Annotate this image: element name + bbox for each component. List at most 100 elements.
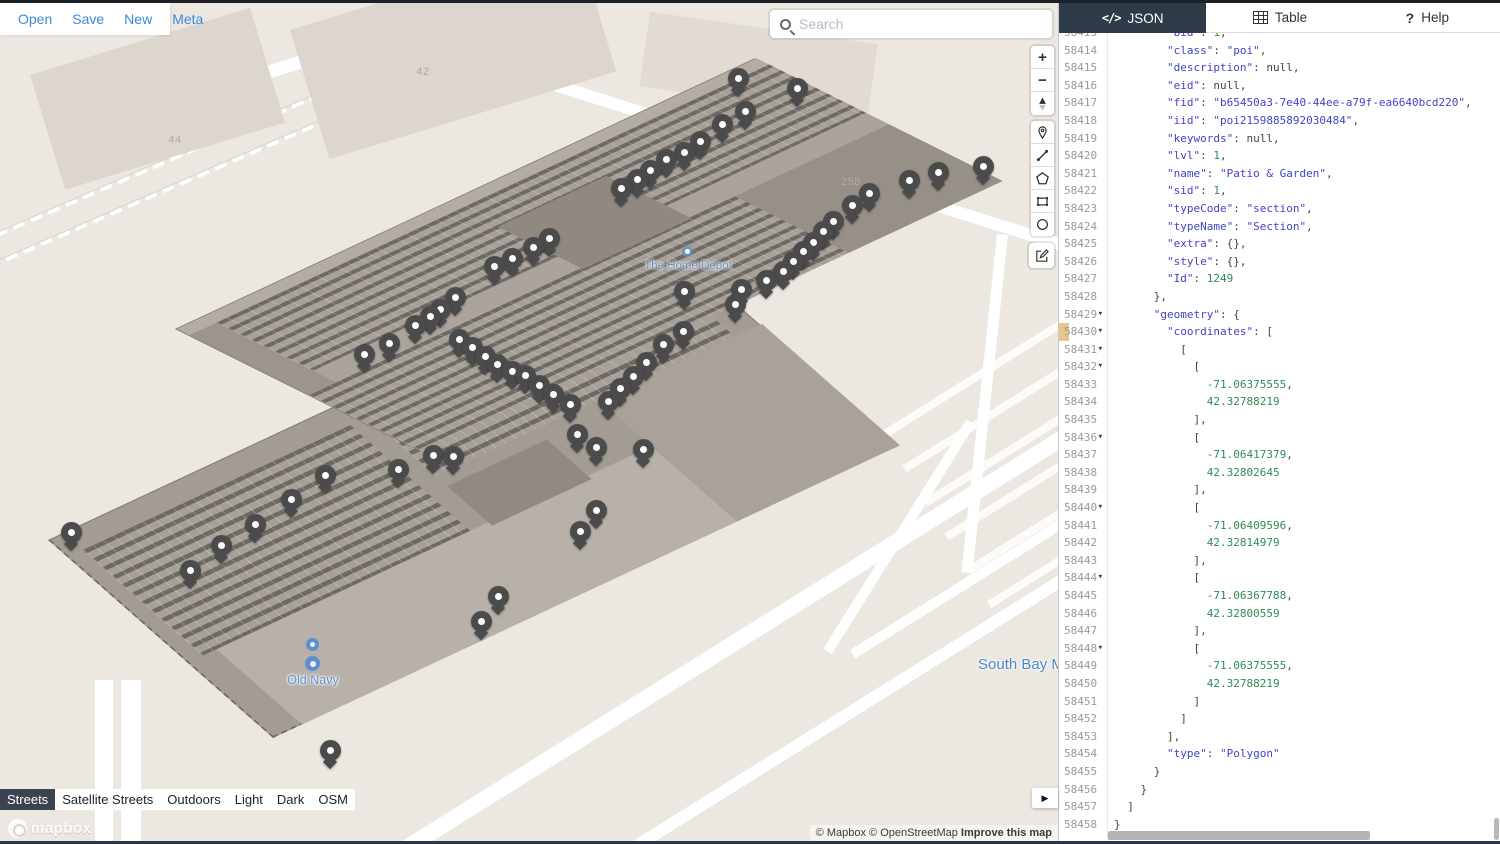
draw-circle-button[interactable] — [1031, 213, 1054, 236]
map-pin[interactable] — [673, 142, 695, 171]
style-option-satellite-streets[interactable]: Satellite Streets — [55, 789, 160, 810]
map-pin[interactable] — [972, 156, 994, 185]
map-pin[interactable] — [319, 740, 341, 769]
json-line[interactable]: 58449 -71.06375555, — [1059, 657, 1500, 675]
json-line[interactable]: 58437 -71.06417379, — [1059, 446, 1500, 464]
json-line[interactable]: 58435 ], — [1059, 411, 1500, 429]
map-pin[interactable] — [353, 344, 375, 373]
fold-arrow-icon[interactable]: ▾ — [1098, 341, 1103, 359]
map-pin[interactable] — [483, 256, 505, 285]
map-pin[interactable] — [755, 270, 777, 299]
map-pin[interactable] — [314, 465, 336, 494]
json-line[interactable]: 58452 ] — [1059, 710, 1500, 728]
json-line[interactable]: 58457 ] — [1059, 798, 1500, 816]
map-pin[interactable] — [244, 514, 266, 543]
style-option-dark[interactable]: Dark — [270, 789, 311, 810]
map-pin[interactable] — [470, 611, 492, 640]
fold-arrow-icon[interactable]: ▾ — [1098, 306, 1103, 324]
attrib-osm[interactable]: © OpenStreetMap — [869, 827, 958, 839]
tab-json[interactable]: </> JSON — [1059, 3, 1207, 33]
json-line[interactable]: 58420 "lvl": 1, — [1059, 147, 1500, 165]
menu-item-new[interactable]: New — [114, 11, 162, 27]
map-pin[interactable] — [711, 114, 733, 143]
map-pin[interactable] — [724, 294, 746, 323]
mapbox-logo[interactable]: mapbox — [8, 819, 92, 838]
json-line[interactable]: 58416 "eid": null, — [1059, 77, 1500, 95]
json-line[interactable]: 58450 42.32788219 — [1059, 675, 1500, 693]
json-line[interactable]: 58439 ], — [1059, 481, 1500, 499]
fold-arrow-icon[interactable]: ▾ — [1098, 323, 1103, 341]
horizontal-scrollbar[interactable] — [1108, 831, 1370, 840]
json-line[interactable]: 58417 "fid": "b65450a3-7e40-44ee-a79f-ea… — [1059, 94, 1500, 112]
draw-line-button[interactable] — [1031, 144, 1054, 167]
fold-arrow-icon[interactable]: ▾ — [1098, 569, 1103, 587]
json-line[interactable]: 58427 "Id": 1249 — [1059, 270, 1500, 288]
json-line[interactable]: 58431 ▾ [ — [1059, 341, 1500, 359]
map-pin[interactable] — [673, 281, 695, 310]
map-pin[interactable] — [60, 522, 82, 551]
map-pin[interactable] — [280, 489, 302, 518]
json-line[interactable]: 58422 "sid": 1, — [1059, 182, 1500, 200]
map-pin[interactable] — [404, 315, 426, 344]
json-line[interactable]: 58441 -71.06409596, — [1059, 517, 1500, 535]
shop-icon[interactable] — [306, 638, 319, 651]
json-line[interactable]: 58426 "style": {}, — [1059, 253, 1500, 271]
style-option-osm[interactable]: OSM — [311, 789, 355, 810]
json-line[interactable]: 58454 "type": "Polygon" — [1059, 745, 1500, 763]
map-pin[interactable] — [585, 437, 607, 466]
style-option-light[interactable]: Light — [228, 789, 270, 810]
json-line[interactable]: 58445 -71.06367788, — [1059, 587, 1500, 605]
fold-arrow-icon[interactable]: ▾ — [1098, 429, 1103, 447]
map-pin[interactable] — [566, 424, 588, 453]
json-line[interactable]: 58419 "keywords": null, — [1059, 130, 1500, 148]
map-pin[interactable] — [632, 439, 654, 468]
json-line[interactable]: 58425 "extra": {}, — [1059, 235, 1500, 253]
json-line[interactable]: 58440 ▾ [ — [1059, 499, 1500, 517]
json-line[interactable]: 58434 42.32788219 — [1059, 393, 1500, 411]
attrib-mapbox[interactable]: © Mapbox — [816, 827, 866, 839]
vertical-scrollbar[interactable] — [1494, 818, 1499, 840]
map-pin[interactable] — [786, 78, 808, 107]
map-pin[interactable] — [179, 560, 201, 589]
menu-item-meta[interactable]: Meta — [162, 11, 213, 27]
panel-collapse-toggle[interactable]: ▶ — [1032, 788, 1058, 808]
map-pin[interactable] — [210, 535, 232, 564]
map-pin[interactable] — [522, 237, 544, 266]
json-line[interactable]: 58451 ] — [1059, 693, 1500, 711]
attrib-improve-link[interactable]: Improve this map — [961, 827, 1052, 839]
tab-table[interactable]: Table — [1206, 3, 1354, 33]
poi-icon[interactable] — [682, 246, 693, 257]
json-line[interactable]: 58444 ▾ [ — [1059, 569, 1500, 587]
json-line[interactable]: 58455 } — [1059, 763, 1500, 781]
json-line[interactable]: 58456 } — [1059, 781, 1500, 799]
compass-button[interactable] — [1031, 92, 1054, 115]
json-code-area[interactable]: 58413 "bid": 1,58414 "class": "poi",5841… — [1059, 0, 1500, 844]
zoom-in-button[interactable]: + — [1031, 46, 1054, 69]
json-line[interactable]: 58430 ▾ "coordinates": [ — [1059, 323, 1500, 341]
json-line[interactable]: 58443 ], — [1059, 552, 1500, 570]
map-pin[interactable] — [387, 459, 409, 488]
map-pin[interactable] — [422, 445, 444, 474]
json-line[interactable]: 58442 42.32814979 — [1059, 534, 1500, 552]
json-line[interactable]: 58432 ▾ [ — [1059, 358, 1500, 376]
menu-item-open[interactable]: Open — [8, 11, 62, 27]
map-pin[interactable] — [727, 68, 749, 97]
draw-marker-button[interactable] — [1031, 121, 1054, 144]
fold-arrow-icon[interactable]: ▾ — [1098, 358, 1103, 376]
edit-button[interactable] — [1029, 243, 1054, 268]
menu-item-save[interactable]: Save — [62, 11, 114, 27]
map-pin[interactable] — [898, 170, 920, 199]
json-line[interactable]: 58453 ], — [1059, 728, 1500, 746]
map-canvas[interactable]: 44 42 258 The Home Depot Old Navy South Ba… — [0, 0, 1058, 844]
json-line[interactable]: 58446 42.32800559 — [1059, 605, 1500, 623]
zoom-out-button[interactable]: − — [1031, 69, 1054, 92]
json-line[interactable]: 58433 -71.06375555, — [1059, 376, 1500, 394]
tab-help[interactable]: ? Help — [1353, 3, 1500, 33]
map-pin[interactable] — [569, 521, 591, 550]
search-input[interactable] — [799, 16, 1052, 32]
map-pin[interactable] — [734, 101, 756, 130]
fold-arrow-icon[interactable]: ▾ — [1098, 499, 1103, 517]
json-line[interactable]: 58421 "name": "Patio & Garden", — [1059, 165, 1500, 183]
json-line[interactable]: 58448 ▾ [ — [1059, 640, 1500, 658]
style-option-outdoors[interactable]: Outdoors — [160, 789, 227, 810]
